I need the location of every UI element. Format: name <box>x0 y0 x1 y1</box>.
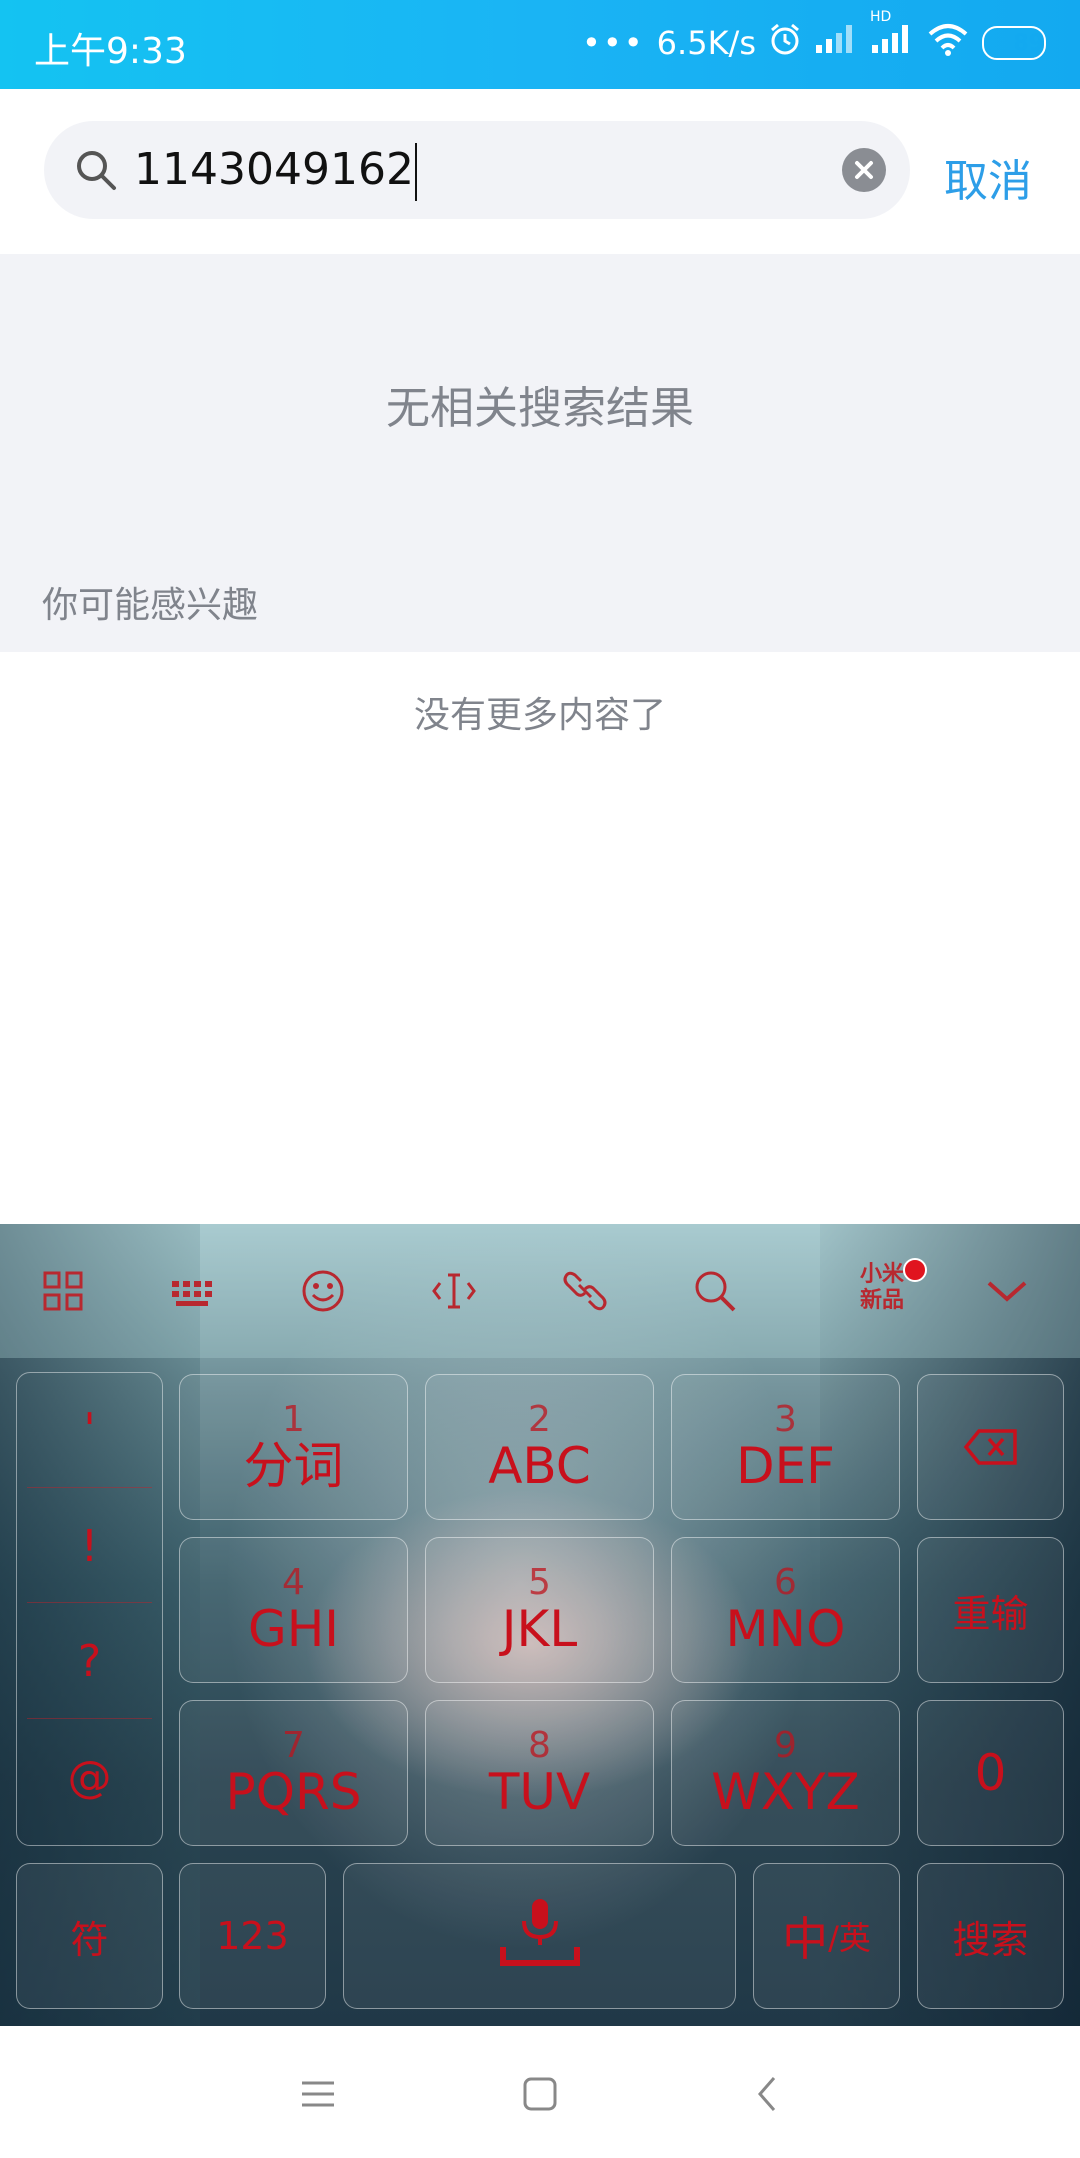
key-number: 5 <box>528 1562 551 1603</box>
hd-signal-icon: HD <box>870 9 914 63</box>
divider <box>27 1602 152 1603</box>
key-7[interactable]: 7 PQRS <box>179 1700 408 1846</box>
key-1[interactable]: 1 分词 <box>179 1374 408 1520</box>
key-2[interactable]: 2 ABC <box>425 1374 654 1520</box>
key-number: 3 <box>774 1399 797 1440</box>
key-label: 123 <box>216 1914 289 1958</box>
language-switch-key[interactable]: 中/英 <box>753 1863 900 2009</box>
net-speed: 6.5K/s <box>656 24 756 62</box>
search-input[interactable]: 1143049162 <box>134 135 854 205</box>
key-5[interactable]: 5 JKL <box>425 1537 654 1683</box>
backspace-key[interactable] <box>917 1374 1064 1520</box>
key-6[interactable]: 6 MNO <box>671 1537 900 1683</box>
navigation-bar <box>0 2026 1080 2158</box>
emoji-icon[interactable] <box>288 1256 358 1326</box>
collapse-icon[interactable] <box>972 1256 1042 1326</box>
key-label: JKL <box>501 1600 578 1658</box>
symbol-apostrophe-key[interactable]: ' <box>17 1373 162 1485</box>
key-9[interactable]: 9 WXYZ <box>671 1700 900 1846</box>
key-label: 符 <box>70 1917 109 1962</box>
status-time: 上午9:33 <box>34 31 187 72</box>
hd-label: HD <box>870 9 892 25</box>
key-number: 7 <box>282 1725 305 1766</box>
search-icon[interactable] <box>680 1256 750 1326</box>
search-header: 1143049162 取消 <box>0 89 1080 254</box>
close-icon <box>855 161 873 179</box>
space-voice-key[interactable] <box>343 1863 736 2009</box>
link-icon[interactable] <box>550 1256 620 1326</box>
key-label-zh: 中 <box>782 1912 829 1966</box>
alarm-icon <box>768 22 802 64</box>
status-icons: ••• 6.5K/s HD 89 <box>582 9 1046 64</box>
cancel-button[interactable]: 取消 <box>944 145 1032 209</box>
search-key[interactable]: 搜索 <box>917 1863 1064 2009</box>
clear-button[interactable] <box>842 148 886 192</box>
symbol-column: ' ! ? @ <box>16 1372 163 1846</box>
key-label-en: /英 <box>828 1919 871 1957</box>
key-label: DEF <box>736 1437 835 1495</box>
results-panel: 无相关搜索结果 你可能感兴趣 <box>0 254 1080 652</box>
key-number: 4 <box>282 1562 305 1603</box>
key-0[interactable]: 0 <box>917 1700 1064 1846</box>
key-label: GHI <box>247 1600 340 1658</box>
symbols-key[interactable]: 符 <box>16 1863 163 2009</box>
numbers-key[interactable]: 123 <box>179 1863 326 2009</box>
key-number: 2 <box>528 1399 551 1440</box>
symbol-question-key[interactable]: ? <box>17 1605 162 1717</box>
wifi-icon <box>926 22 970 64</box>
search-box[interactable]: 1143049162 <box>44 121 910 219</box>
home-icon[interactable] <box>512 2066 568 2122</box>
key-number: 6 <box>774 1562 797 1603</box>
battery-level: 89 <box>1013 30 1044 56</box>
no-results-text: 无相关搜索结果 <box>386 383 694 434</box>
keyboard-icon[interactable] <box>157 1256 227 1326</box>
key-8[interactable]: 8 TUV <box>425 1700 654 1846</box>
key-label: TUV <box>488 1763 591 1821</box>
no-more-content-text: 没有更多内容了 <box>413 695 666 736</box>
menu-icon[interactable] <box>290 2066 346 2122</box>
search-icon <box>77 151 116 190</box>
text-cursor <box>414 143 417 201</box>
symbol-at-key[interactable]: @ <box>17 1721 162 1833</box>
symbol-exclamation-key[interactable]: ! <box>17 1490 162 1602</box>
key-label: 搜索 <box>952 1917 1029 1962</box>
keyboard-toolbar: 小米 新品 <box>0 1224 1080 1358</box>
divider <box>27 1487 152 1488</box>
key-3[interactable]: 3 DEF <box>671 1374 900 1520</box>
key-number: 9 <box>774 1725 797 1766</box>
key-label: 重输 <box>952 1591 1029 1636</box>
key-label: ABC <box>488 1437 591 1495</box>
back-icon[interactable] <box>740 2066 796 2122</box>
status-bar: 上午9:33 ••• 6.5K/s HD 89 <box>0 0 1080 89</box>
backspace-icon <box>963 1429 1017 1465</box>
key-number: 8 <box>528 1725 551 1766</box>
reinput-key[interactable]: 重输 <box>917 1537 1064 1683</box>
signal-icon <box>814 23 858 63</box>
keyboard: 小米 新品 ' ! ? @ 1 分词 2 ABC 3 DEF 4 GHI 5 J… <box>0 1224 1080 2026</box>
divider <box>27 1718 152 1719</box>
microphone-icon <box>499 1899 580 1966</box>
key-label: WXYZ <box>711 1763 860 1821</box>
battery-icon: 89 <box>982 26 1046 60</box>
notification-dot <box>903 1258 927 1282</box>
key-label: 分词 <box>243 1437 344 1495</box>
key-4[interactable]: 4 GHI <box>179 1537 408 1683</box>
cursor-icon[interactable] <box>419 1256 489 1326</box>
key-label: 0 <box>974 1744 1007 1802</box>
grid-icon[interactable] <box>28 1256 98 1326</box>
key-number: 1 <box>282 1399 305 1440</box>
key-label: PQRS <box>225 1763 362 1821</box>
search-query-text: 1143049162 <box>134 144 414 195</box>
more-dots-icon: ••• <box>582 24 645 62</box>
key-label: MNO <box>725 1600 846 1658</box>
suggestions-header: 你可能感兴趣 <box>42 585 259 626</box>
